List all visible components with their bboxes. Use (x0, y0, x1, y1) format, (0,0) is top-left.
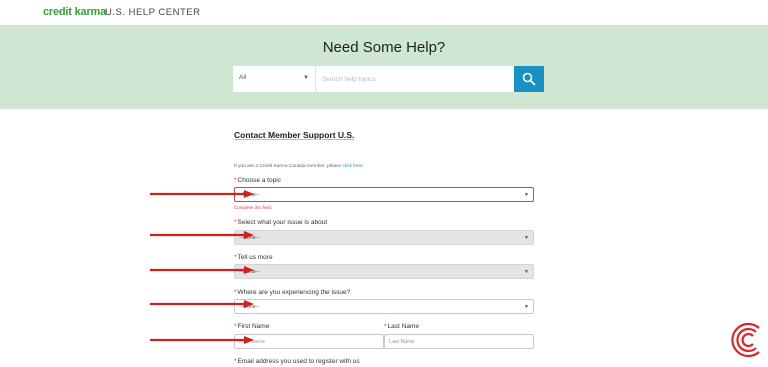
where-label: *Where are you experiencing the issue? (234, 289, 350, 296)
last-name-label: *Last Name (384, 323, 419, 330)
issue-label-text: Select what your issue is about (237, 219, 328, 226)
chevron-down-icon: ▼ (524, 304, 529, 310)
first-name-field[interactable]: First Name (234, 334, 384, 349)
issue-select[interactable]: --None-- ▼ (234, 230, 534, 245)
last-name-label-text: Last Name (387, 323, 419, 330)
chevron-down-icon: ▼ (524, 192, 529, 198)
first-name-label-text: First Name (237, 323, 270, 330)
search-icon (522, 72, 536, 86)
required-marker: * (234, 219, 237, 226)
first-name-label: *First Name (234, 323, 269, 330)
chevron-down-icon: ▼ (524, 269, 529, 275)
topic-select[interactable]: --None-- ▼ (234, 187, 534, 202)
where-select[interactable]: --None-- ▼ (234, 299, 534, 314)
c-logo-icon (731, 322, 760, 358)
required-marker: * (384, 323, 387, 330)
chevron-down-icon: ▼ (524, 235, 529, 241)
topic-label-text: Choose a topic (237, 177, 281, 184)
help-hero-banner: Need Some Help? All ▼ (0, 25, 768, 109)
hero-title: Need Some Help? (322, 39, 446, 56)
where-label-text: Where are you experiencing the issue? (237, 289, 351, 296)
required-marker: * (234, 177, 237, 184)
required-marker: * (234, 323, 237, 330)
annotation-arrow (150, 231, 254, 239)
canada-note: If you are a Credit Karma Canada member,… (234, 164, 364, 169)
search-input[interactable] (316, 66, 514, 92)
annotation-arrow (150, 266, 254, 274)
last-name-placeholder: Last Name (389, 339, 415, 345)
help-center-title[interactable]: U.S. HELP CENTER (105, 7, 200, 18)
topic-label: *Choose a topic (234, 177, 281, 184)
form-title: Contact Member Support U.S. (234, 130, 355, 140)
canada-note-text: If you are a Credit Karma Canada member,… (234, 164, 342, 169)
credit-karma-logo[interactable]: credit karma (43, 6, 106, 18)
more-label: *Tell us more (234, 254, 273, 261)
more-label-text: Tell us more (237, 254, 273, 261)
required-marker: * (234, 289, 237, 296)
search-button[interactable] (514, 66, 544, 92)
email-label-text: Email address you used to register with … (237, 358, 360, 365)
canada-link[interactable]: click here. (343, 164, 365, 169)
required-marker: * (234, 358, 237, 365)
search-category-select[interactable]: All ▼ (233, 66, 316, 92)
search-category-value: All (239, 74, 247, 81)
top-header: credit karma U.S. HELP CENTER (0, 0, 768, 25)
last-name-field[interactable]: Last Name (384, 334, 534, 349)
email-label: *Email address you used to register with… (234, 358, 360, 365)
required-marker: * (234, 254, 237, 261)
more-select[interactable]: --None-- ▼ (234, 264, 534, 279)
topic-error-message: Complete this field. (234, 205, 273, 210)
chevron-down-icon: ▼ (303, 75, 309, 81)
annotation-arrow (150, 300, 254, 308)
annotation-arrow (150, 190, 254, 198)
annotation-arrow (150, 336, 254, 344)
issue-label: *Select what your issue is about (234, 219, 327, 226)
